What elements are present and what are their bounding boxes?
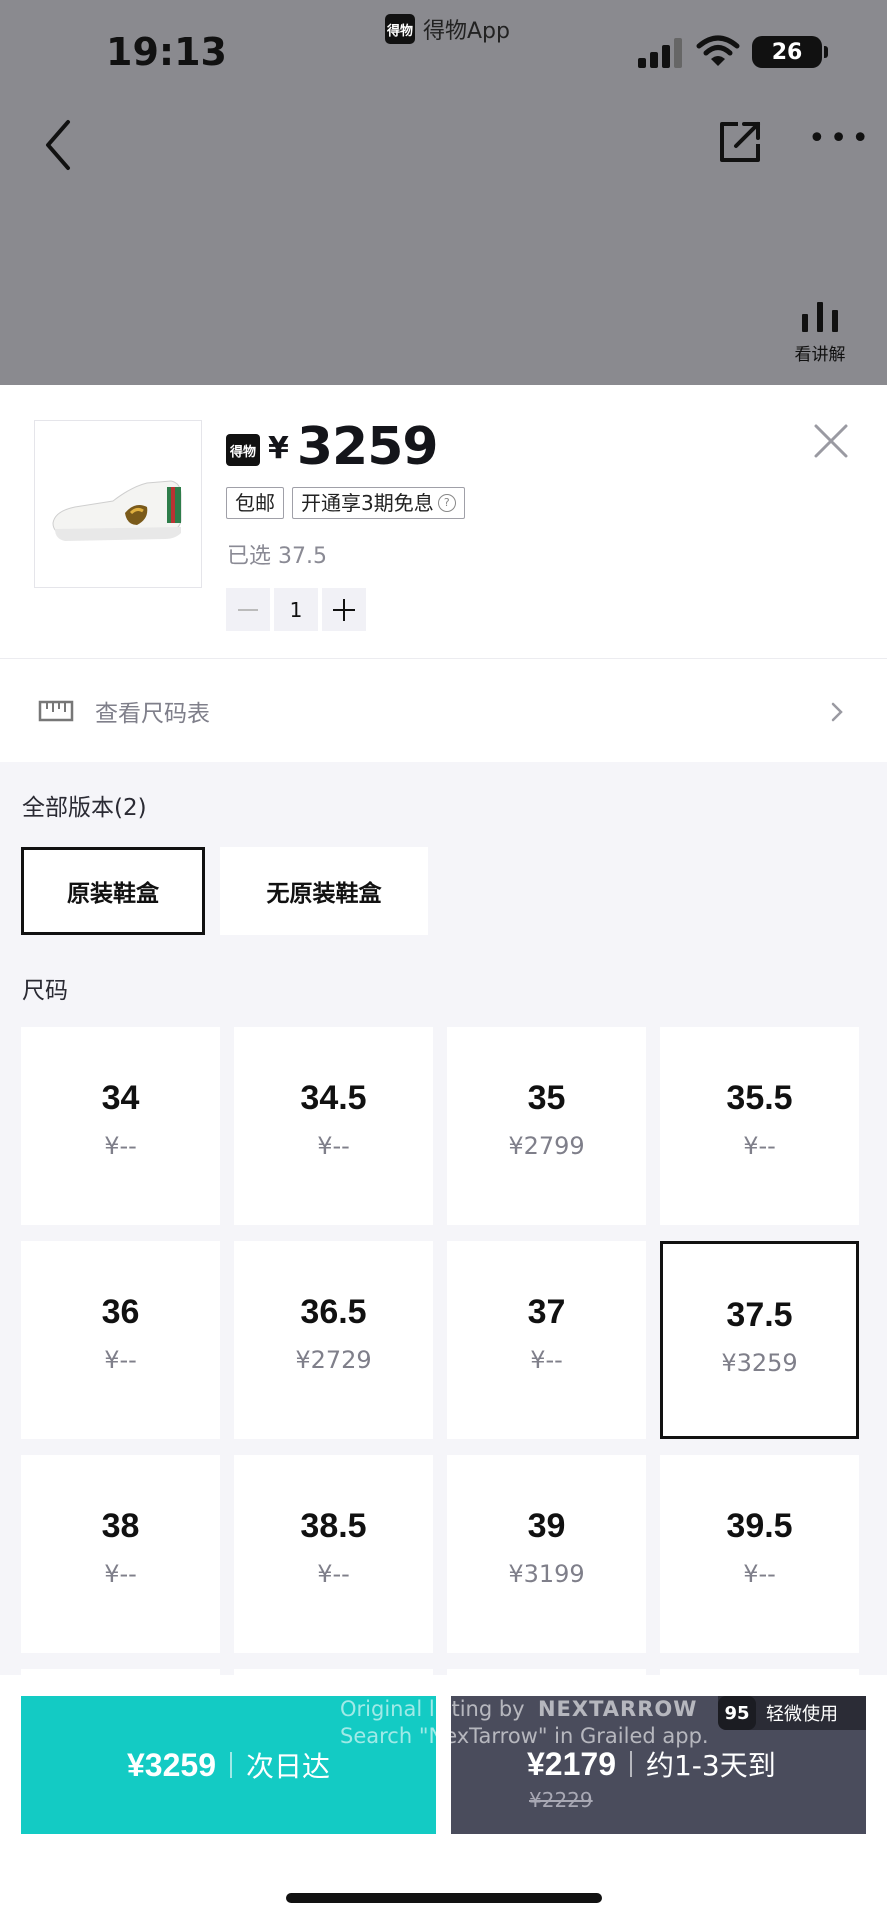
size-value: 38.5 xyxy=(300,1507,367,1545)
tags-row: 包邮 开通享3期免息? xyxy=(226,487,465,519)
product-price: 3259 xyxy=(296,417,439,477)
size-value: 39.5 xyxy=(726,1507,793,1545)
close-button[interactable] xyxy=(812,422,850,460)
signal-icon xyxy=(638,38,682,68)
buy-next-day-price: ¥3259 xyxy=(127,1746,216,1783)
size-value: 37.5 xyxy=(726,1296,793,1334)
size-option-36[interactable]: 36 ¥-- xyxy=(21,1241,220,1439)
size-option-38.5[interactable]: 38.5 ¥-- xyxy=(234,1455,433,1653)
size-value: 36.5 xyxy=(300,1293,367,1331)
help-icon[interactable]: ? xyxy=(437,494,456,512)
free-shipping-tag: 包邮 xyxy=(226,487,284,519)
size-option-37.5[interactable]: 37.5 ¥3259 xyxy=(660,1241,859,1439)
quantity-value[interactable]: 1 xyxy=(274,588,318,631)
product-image[interactable] xyxy=(34,420,202,588)
wifi-icon xyxy=(696,35,740,66)
watermark-prefix: Original listing by xyxy=(340,1697,525,1721)
decrement-button[interactable] xyxy=(226,588,270,631)
size-value: 38 xyxy=(101,1507,140,1545)
selected-size-text: 已选 37.5 xyxy=(227,544,327,569)
size-option-35.5[interactable]: 35.5 ¥-- xyxy=(660,1027,859,1225)
price-currency: ¥ xyxy=(268,431,289,466)
size-chart-label: 查看尺码表 xyxy=(95,701,210,727)
tag-label: 包邮 xyxy=(235,491,275,515)
minus-icon xyxy=(238,608,258,611)
size-price: ¥-- xyxy=(530,1346,563,1374)
size-price: ¥-- xyxy=(743,1132,776,1160)
dewu-badge-icon: 得物 xyxy=(226,434,260,466)
size-price: ¥3199 xyxy=(508,1560,585,1588)
version-original-box[interactable]: 原装鞋盒 xyxy=(21,847,205,935)
size-option-34.5[interactable]: 34.5 ¥-- xyxy=(234,1027,433,1225)
watermark-line2: Search "NexTarrow" in Grailed app. xyxy=(340,1724,709,1748)
size-option-39.5[interactable]: 39.5 ¥-- xyxy=(660,1455,859,1653)
quantity-text: 1 xyxy=(289,597,303,622)
buy-used-original-price: ¥2229 xyxy=(529,1788,593,1812)
buy-used-price: ¥2179 xyxy=(527,1745,616,1782)
size-price: ¥2799 xyxy=(508,1132,585,1160)
size-option-34[interactable]: 34 ¥-- xyxy=(21,1027,220,1225)
home-indicator xyxy=(286,1893,602,1903)
back-button[interactable] xyxy=(38,114,82,176)
share-button[interactable] xyxy=(716,118,764,166)
size-value: 39 xyxy=(527,1507,566,1545)
condition-label: 轻微使用 xyxy=(766,1704,838,1725)
sizes-label: 尺码 xyxy=(22,978,68,1004)
buy-used-label: 约1-3天到 xyxy=(645,1749,776,1782)
size-price: ¥3259 xyxy=(721,1349,798,1377)
size-value: 35 xyxy=(527,1079,566,1117)
size-value: 36 xyxy=(101,1293,140,1331)
size-value: 34 xyxy=(101,1079,140,1117)
separator xyxy=(629,1751,632,1777)
watermark: Original listing by NEXTARROW Search "Ne… xyxy=(340,1696,709,1750)
explain-button[interactable]: 看讲解 xyxy=(784,296,856,378)
size-option-37[interactable]: 37 ¥-- xyxy=(447,1241,646,1439)
size-price: ¥-- xyxy=(104,1560,137,1588)
size-price: ¥-- xyxy=(104,1132,137,1160)
app-name: 得物App xyxy=(423,19,510,44)
increment-button[interactable] xyxy=(322,588,366,631)
size-option-36.5[interactable]: 36.5 ¥2729 xyxy=(234,1241,433,1439)
size-value: 37 xyxy=(527,1293,566,1331)
app-indicator: 得物 得物App xyxy=(385,12,510,46)
audio-bars-icon xyxy=(784,296,856,332)
ruler-icon xyxy=(38,700,74,722)
tag-label: 开通享3期免息 xyxy=(301,491,434,515)
installment-tag[interactable]: 开通享3期免息? xyxy=(292,487,465,519)
size-price: ¥2729 xyxy=(295,1346,372,1374)
buy-used-main: ¥2179 约1-3天到 xyxy=(527,1744,776,1784)
versions-label: 全部版本(2) xyxy=(22,795,147,821)
status-time: 19:13 xyxy=(106,30,227,74)
size-value: 35.5 xyxy=(726,1079,793,1117)
more-options-button[interactable]: ••• xyxy=(808,124,869,164)
size-price: ¥-- xyxy=(104,1346,137,1374)
plus-icon xyxy=(333,598,355,621)
condition-badge: 95 轻微使用 xyxy=(718,1696,866,1730)
size-price: ¥-- xyxy=(317,1132,350,1160)
quantity-stepper: 1 xyxy=(226,588,366,631)
size-option-38[interactable]: 38 ¥-- xyxy=(21,1455,220,1653)
buy-next-day-label: 次日达 xyxy=(245,1750,330,1783)
separator xyxy=(229,1752,232,1778)
explain-label: 看讲解 xyxy=(794,345,846,365)
size-price: ¥-- xyxy=(317,1560,350,1588)
condition-score: 95 xyxy=(718,1696,756,1730)
size-price: ¥-- xyxy=(743,1560,776,1588)
battery-indicator: 26 xyxy=(752,36,828,68)
dewu-logo-icon: 得物 xyxy=(385,14,415,44)
size-option-35[interactable]: 35 ¥2799 xyxy=(447,1027,646,1225)
price-row: 得物 ¥ 3259 xyxy=(226,417,439,477)
size-value: 34.5 xyxy=(300,1079,367,1117)
watermark-brand: NEXTARROW xyxy=(537,1697,698,1721)
version-no-box[interactable]: 无原装鞋盒 xyxy=(220,847,428,935)
chevron-right-icon xyxy=(831,702,843,722)
size-option-39[interactable]: 39 ¥3199 xyxy=(447,1455,646,1653)
